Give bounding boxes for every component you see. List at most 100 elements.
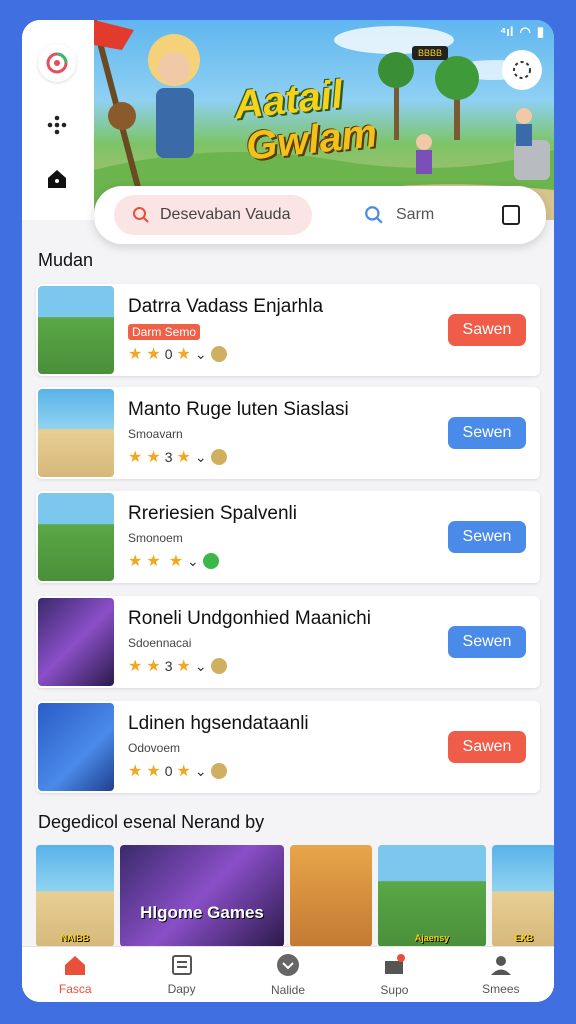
star-icon: ★ xyxy=(128,449,143,466)
game-rating: ★ ★ 3 ★ ⌄ xyxy=(128,447,227,467)
game-thumbnail[interactable] xyxy=(38,493,114,581)
recommended-tile[interactable]: Ajaensy xyxy=(378,845,486,947)
home-outline-icon[interactable] xyxy=(42,164,72,194)
search-primary-pill[interactable]: Desevaban Vauda xyxy=(114,195,312,235)
game-rating: ★ ★ ★ ⌄ xyxy=(128,551,219,571)
recommended-tile[interactable]: EXB xyxy=(492,845,554,947)
game-thumbnail[interactable] xyxy=(38,703,114,791)
game-title: Manto Ruge luten Siaslasi xyxy=(128,399,349,420)
battery-icon: ▮ xyxy=(536,24,544,39)
star-icon: ★ xyxy=(176,346,191,363)
nav-label: Smees xyxy=(482,981,520,996)
rating-value: 3 xyxy=(164,449,173,465)
status-text: ⁴ıl xyxy=(499,24,514,39)
star-icon: ★ xyxy=(128,553,143,570)
recommended-tile[interactable] xyxy=(290,845,372,947)
game-card[interactable]: Datrra Vadass Enjarhla Darm Semo ★ ★ 0 ★… xyxy=(36,284,540,376)
game-action-button[interactable]: Sewen xyxy=(448,417,526,449)
game-title: Roneli Undgonhied Maanichi xyxy=(128,608,371,629)
star-icon: ★ xyxy=(146,346,161,363)
recommended-tile[interactable]: Hlgome Games xyxy=(120,845,284,947)
game-subtitle: Smoavarn xyxy=(128,427,183,441)
chevron-down-icon: ⌄ xyxy=(194,345,207,362)
game-card[interactable]: Manto Ruge luten Siaslasi Smoavarn ★ ★ 3… xyxy=(36,387,540,479)
bag-icon xyxy=(382,953,406,980)
profile-icon xyxy=(489,954,513,979)
app-screen: ⁴ıl ◠ ▮ BBBB Aatail Gwlam Desevaban Vaud… xyxy=(22,20,554,1002)
game-rating: ★ ★ 0 ★ ⌄ xyxy=(128,761,227,781)
nav-item-dapy[interactable]: Dapy xyxy=(128,947,234,1002)
game-thumbnail[interactable] xyxy=(38,598,114,686)
recommended-caption: Hlgome Games xyxy=(140,903,264,922)
chevron-down-icon: ⌄ xyxy=(194,762,207,779)
bookmark-icon[interactable] xyxy=(500,204,522,226)
nav-item-smees[interactable]: Smees xyxy=(448,947,554,1002)
search-primary-label: Desevaban Vauda xyxy=(160,206,291,223)
badge-icon xyxy=(210,763,227,779)
game-thumbnail[interactable] xyxy=(38,389,114,477)
list-section-title: Mudan xyxy=(38,250,94,270)
chevron-down-icon: ⌄ xyxy=(194,657,207,674)
game-subtitle: Sdoennacai xyxy=(128,636,192,650)
game-card[interactable]: Ldinen hgsendataanli Odovoem ★ ★ 0 ★ ⌄ S… xyxy=(36,701,540,793)
game-action-button[interactable]: Sawen xyxy=(448,314,526,346)
game-action-button[interactable]: Sawen xyxy=(448,731,526,763)
hero-badge: BBBB xyxy=(412,46,449,60)
recommended-section-title: Degedicol esenal Nerand by xyxy=(38,812,265,832)
nav-item-fasca[interactable]: Fasca xyxy=(22,947,128,1002)
news-icon xyxy=(171,954,193,979)
left-rail xyxy=(22,20,94,220)
rating-value: 3 xyxy=(164,658,173,674)
rating-value: 0 xyxy=(164,346,173,362)
star-icon: ★ xyxy=(168,553,184,570)
rating-value: 0 xyxy=(164,763,173,779)
apps-grid-icon[interactable] xyxy=(42,110,72,140)
game-subtitle: Darm Semo xyxy=(128,324,201,340)
game-title: Ldinen hgsendataanli xyxy=(128,713,309,734)
recommended-tile[interactable]: NAIBB xyxy=(36,845,114,947)
star-icon: ★ xyxy=(128,658,143,675)
chevron-down-icon: ⌄ xyxy=(194,448,207,465)
star-icon: ★ xyxy=(176,763,191,780)
search-secondary-label: Sarm xyxy=(396,206,435,223)
bottom-nav: Fasca Dapy Nalide Supo Smees xyxy=(22,946,554,1002)
game-action-button[interactable]: Sewen xyxy=(448,521,526,553)
recommended-row: NAIBB Hlgome Games Ajaensy EXB xyxy=(36,845,554,947)
game-rating: ★ ★ 0 ★ ⌄ xyxy=(128,344,227,364)
search-icon xyxy=(133,207,149,223)
badge-icon xyxy=(210,449,227,465)
star-icon: ★ xyxy=(128,763,143,780)
recommended-caption: Ajaensy xyxy=(414,933,450,943)
game-action-button[interactable]: Sewen xyxy=(448,626,526,658)
star-icon: ★ xyxy=(176,449,191,466)
star-icon: ★ xyxy=(146,553,161,570)
app-logo[interactable] xyxy=(38,44,76,82)
star-icon: ★ xyxy=(176,658,191,675)
game-thumbnail[interactable] xyxy=(38,286,114,374)
nav-label: Supo xyxy=(380,982,409,997)
game-rating: ★ ★ 3 ★ ⌄ xyxy=(128,656,227,676)
nav-label: Fasca xyxy=(58,981,92,996)
game-card[interactable]: Roneli Undgonhied Maanichi Sdoennacai ★ … xyxy=(36,596,540,688)
settings-gear-icon[interactable] xyxy=(502,50,542,90)
game-subtitle: Odovoem xyxy=(128,741,181,755)
nav-item-supo[interactable]: Supo xyxy=(341,947,447,1002)
nav-label: Nalide xyxy=(271,982,306,997)
game-title: Datrra Vadass Enjarhla xyxy=(128,296,324,317)
recommended-caption: NAIBB xyxy=(60,933,90,943)
star-icon: ★ xyxy=(146,763,161,780)
status-bar: ⁴ıl ◠ ▮ xyxy=(500,24,544,40)
nav-item-nalide[interactable]: Nalide xyxy=(235,947,341,1002)
badge-icon xyxy=(202,553,219,569)
wifi-icon: ◠ xyxy=(519,24,531,39)
game-card[interactable]: Rreriesien Spalvenli Smonoem ★ ★ ★ ⌄ Sew… xyxy=(36,491,540,583)
badge-icon xyxy=(210,346,227,362)
chevron-down-icon: ⌄ xyxy=(187,552,199,569)
star-icon: ★ xyxy=(146,658,161,675)
star-icon: ★ xyxy=(146,449,161,466)
search-icon xyxy=(365,206,383,224)
search-secondary[interactable]: Sarm xyxy=(364,198,434,232)
nav-label: Dapy xyxy=(167,981,196,996)
home-icon xyxy=(63,954,87,979)
badge-icon xyxy=(210,658,227,674)
